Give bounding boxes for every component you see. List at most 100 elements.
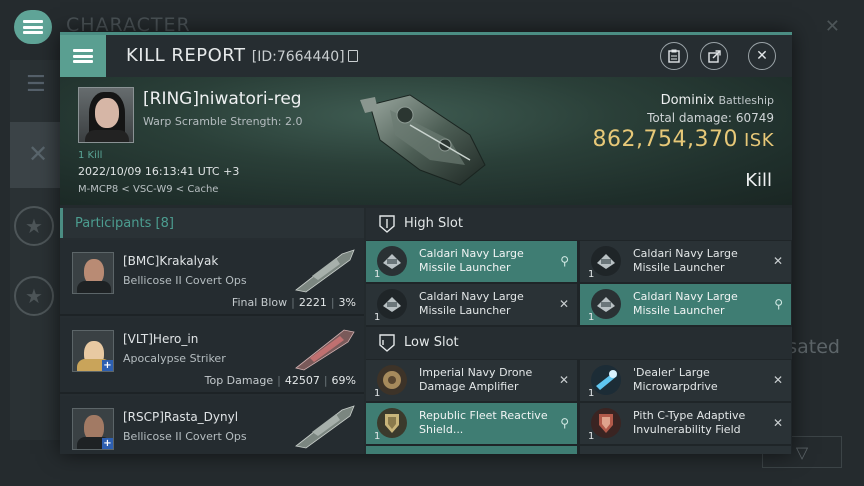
destroyed-x-icon: ✕ [558,297,569,311]
module-item[interactable]: 1 Caldari Navy Large Missile Launcher ✕ [366,284,577,325]
clipboard-button[interactable] [660,42,688,70]
missile-launcher-icon [377,289,407,319]
module-name: Imperial Navy Drone Damage Amplifier [419,366,533,393]
module-name: Caldari Navy Large Missile Launcher [419,290,524,317]
kill-result-label: Kill [745,170,772,191]
window-menu-button[interactable] [60,35,106,77]
victim-ship[interactable]: Dominix Battleship [661,93,774,108]
participants-title: Participants [8] [75,216,174,231]
high-slot-icon [379,215,395,233]
module-name: Caldari Navy Large Missile Launcher [419,247,524,274]
copy-icon[interactable] [347,50,358,62]
low-slot-header[interactable]: Low Slot [366,327,792,359]
victim-ship-image[interactable] [350,85,500,195]
close-button[interactable]: ✕ [748,42,776,70]
module-quantity: 1 [374,312,381,323]
destroyed-x-icon: ✕ [772,416,783,430]
module-item[interactable] [580,446,791,454]
background-star-icon[interactable]: ★ [14,206,54,246]
module-item[interactable]: 1 Caldari Navy Large Missile Launcher ✕ [580,241,791,282]
participant-avatar[interactable]: + [72,408,114,450]
participant-ship-image [295,329,355,371]
module-quantity: 1 [588,388,595,399]
victim-portrait[interactable] [78,87,134,143]
isk-amount: 862,754,370 [592,127,738,152]
clipboard-icon [668,49,680,63]
background-star-icon[interactable]: ★ [14,276,54,316]
participants-panel: Participants [8] [BMC]Krakalyak Bellicos… [60,208,364,454]
participant-avatar[interactable]: + [72,330,114,372]
fitting-panel: High Slot 1 Caldari Navy Large Missile L… [366,208,792,454]
total-damage-label: Total damage: [647,111,732,125]
participant-ship-image [295,249,355,293]
background-sidebar [10,60,62,440]
module-quantity: 1 [374,431,381,442]
kill-date: 2022/10/09 16:13:41 UTC +3 [78,165,240,178]
participant-name: [VLT]Hero_in [123,332,199,346]
module-quantity: 1 [588,312,595,323]
plus-icon: + [102,438,113,449]
external-link-icon [707,49,721,63]
participant-stats: Top Damage | 42507 | 69% [204,374,356,387]
participant-avatar[interactable] [72,252,114,294]
destroyed-x-icon: ✕ [772,254,783,268]
module-quantity: 1 [588,431,595,442]
participant-row[interactable]: [BMC]Krakalyak Bellicose II Covert Ops F… [60,240,364,316]
module-item[interactable]: 1 Republic Fleet Reactive Shield... ⚲ [366,403,577,444]
module-item[interactable] [366,446,577,454]
module-name: Caldari Navy Large Missile Launcher [633,247,738,274]
module-name: Caldari Navy Large Missile Launcher [633,290,738,317]
high-slot-title: High Slot [404,216,463,231]
participant-row[interactable]: + [RSCP]Rasta_Dynyl Bellicose II Covert … [60,396,364,454]
participant-percent: 3% [338,296,356,309]
victim-ship-class: Battleship [718,94,774,107]
module-item[interactable]: 1 'Dealer' Large Microwarpdrive ✕ [580,360,791,401]
background-list-icon[interactable]: ☰ [26,72,46,97]
missile-launcher-icon [591,246,621,276]
low-slot-icon [379,334,395,352]
invulnerability-field-icon [591,408,621,438]
background-menu-button[interactable] [14,10,52,44]
destroyed-x-icon: ✕ [772,373,783,387]
module-item[interactable]: 1 Imperial Navy Drone Damage Amplifier ✕ [366,360,577,401]
high-slot-header[interactable]: High Slot [366,208,792,240]
shield-hardener-icon [377,408,407,438]
kills-link[interactable]: 1 Kill [78,150,102,161]
participant-row[interactable]: + [VLT]Hero_in Apocalypse Striker Top Da… [60,318,364,394]
total-damage: Total damage: 60749 [647,111,774,125]
module-item[interactable]: 1 Pith C-Type Adaptive Invulnerability F… [580,403,791,444]
victim-name[interactable]: [RING]niwatori-reg [143,89,302,109]
participant-ship: Bellicose II Covert Ops [123,274,247,287]
window-title-text: KILL REPORT [126,45,246,66]
module-item[interactable]: 1 Caldari Navy Large Missile Launcher ⚲ [580,284,791,325]
module-quantity: 1 [374,388,381,399]
destroyed-x-icon: ✕ [558,373,569,387]
participant-ship: Bellicose II Covert Ops [123,430,247,443]
participant-stat-label: Final Blow [231,296,288,309]
victim-ship-name: Dominix [660,93,715,108]
drone-damage-amplifier-icon [377,365,407,395]
module-quantity: 1 [374,269,381,280]
module-item[interactable]: 1 Caldari Navy Large Missile Launcher ⚲ [366,241,577,282]
participant-percent: 69% [331,374,356,387]
dropped-person-icon: ⚲ [774,297,783,311]
warp-scramble-strength: Warp Scramble Strength: 2.0 [143,115,303,128]
isk-value: 862,754,370 ISK [592,127,774,152]
window-header: KILL REPORT [ID:7664440] ✕ [60,35,792,77]
dropped-person-icon: ⚲ [560,254,569,268]
module-quantity: 1 [588,269,595,280]
participant-ship-image [295,405,355,449]
isk-unit: ISK [743,130,774,151]
kill-location[interactable]: M-MCP8 < VSC-W9 < Cache [78,184,218,195]
menu-icon [23,20,43,34]
menu-icon [73,49,93,63]
background-weapons-icon[interactable]: ✕ [28,140,48,168]
participant-damage: 42507 [284,374,320,387]
background-close-icon[interactable]: ✕ [825,16,840,37]
module-name: Republic Fleet Reactive Shield... [419,409,548,436]
low-slot-title: Low Slot [404,335,459,350]
total-damage-value: 60749 [735,111,774,125]
participants-header[interactable]: Participants [8] [60,208,364,238]
participant-name: [RSCP]Rasta_Dynyl [123,410,239,424]
share-button[interactable] [700,42,728,70]
